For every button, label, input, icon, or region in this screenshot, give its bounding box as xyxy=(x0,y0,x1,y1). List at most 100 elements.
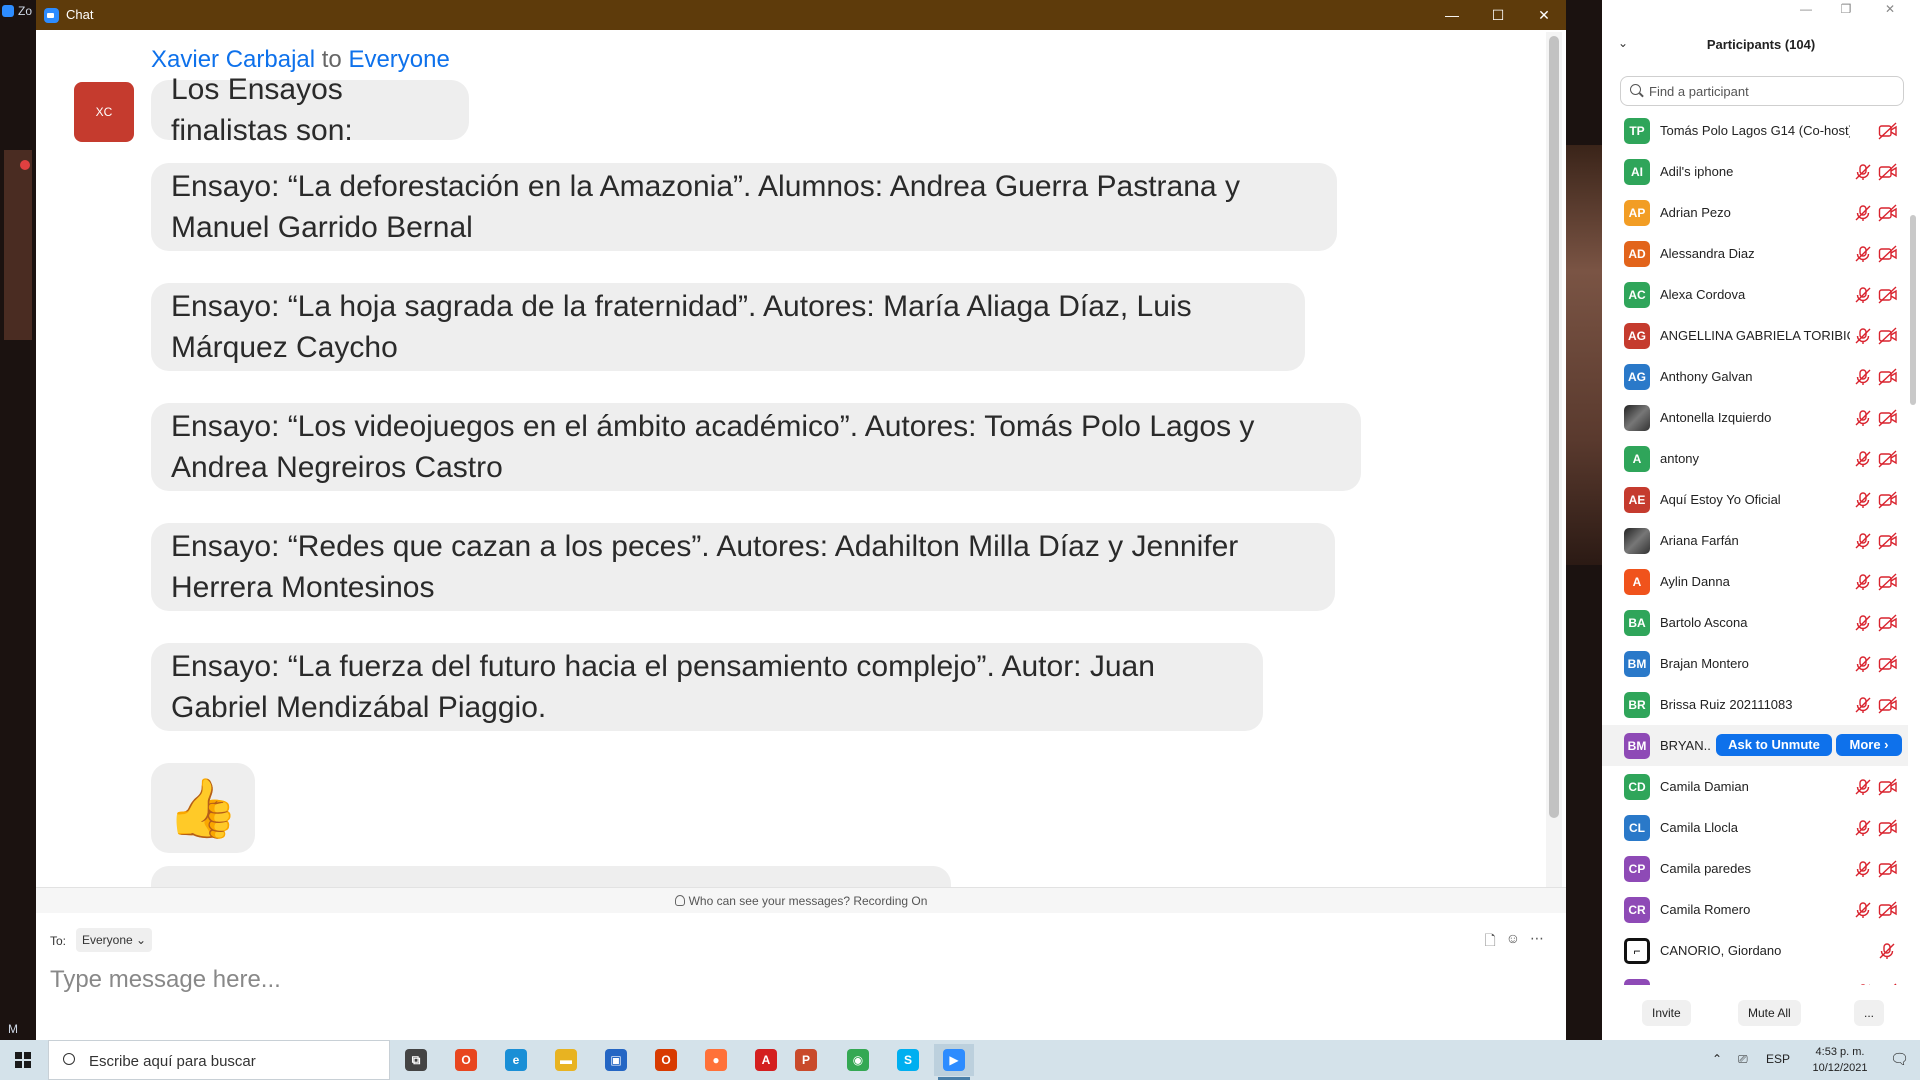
participant-row[interactable]: AG Anthony Galvan xyxy=(1602,356,1908,397)
windows-taskbar: Escribe aquí para buscar ⧉ Oe ▬ ▣ O ● A P ◉ S ▶ ⌃ … xyxy=(0,1040,1920,1080)
taskbar-task-view-button[interactable]: ⧉ xyxy=(396,1044,436,1076)
maximize-button[interactable]: ☐ xyxy=(1476,0,1520,30)
ask-to-unmute-button[interactable]: Ask to Unmute xyxy=(1716,734,1832,756)
participant-row[interactable]: AC Alexa Cordova xyxy=(1602,274,1908,315)
video-off-icon xyxy=(1878,327,1898,345)
participant-row[interactable]: TP Tomás Polo Lagos G14 (Co-host) xyxy=(1602,110,1908,151)
speaker-video xyxy=(1566,145,1602,565)
taskbar-firefox-button[interactable]: ● xyxy=(696,1044,736,1076)
taskbar-acrobat-button[interactable]: A xyxy=(746,1044,786,1076)
task-view-icon: ⧉ xyxy=(405,1049,427,1071)
avatar: BM xyxy=(1624,651,1650,677)
chat-message[interactable]: Ensayo: “Redes que cazan a los peces”. A… xyxy=(151,523,1335,611)
participant-row[interactable]: AI Adil's iphone xyxy=(1602,151,1908,192)
participant-row[interactable]: Aantony xyxy=(1602,438,1908,479)
taskbar-office-button[interactable]: O xyxy=(446,1044,486,1076)
video-off-icon xyxy=(1878,286,1898,304)
chat-message[interactable]: Ensayo: “La fuerza del futuro hacia el p… xyxy=(151,643,1263,731)
participant-row[interactable]: CD Camila Damian xyxy=(1602,766,1908,807)
avatar: CP xyxy=(1624,856,1650,882)
chat-message-partial[interactable] xyxy=(151,866,951,887)
recipient-dropdown-value: Everyone xyxy=(82,933,133,947)
participant-row[interactable]: CL Camila Llocla xyxy=(1602,807,1908,848)
avatar: AE xyxy=(1624,487,1650,513)
minimize-button[interactable]: — xyxy=(1788,2,1824,16)
chat-titlebar[interactable]: Chat — ☐ ✕ xyxy=(36,0,1566,30)
chevron-up-icon[interactable]: ⌃ xyxy=(1712,1052,1722,1066)
participant-row[interactable]: AP Adrian Pezo xyxy=(1602,192,1908,233)
emoji-icon[interactable]: ☺ xyxy=(1506,930,1520,954)
participant-row[interactable]: AE Aquí Estoy Yo Oficial xyxy=(1602,479,1908,520)
taskbar-powerpoint-button[interactable]: P xyxy=(786,1044,826,1076)
participant-row[interactable] xyxy=(1602,971,1908,985)
video-off-icon xyxy=(1878,122,1898,140)
message-visibility-note[interactable]: Who can see your messages? Recording On xyxy=(36,887,1566,913)
clock[interactable]: 4:53 p. m. 10/12/2021 xyxy=(1804,1044,1876,1076)
invite-button[interactable]: Invite xyxy=(1642,1000,1691,1026)
minimize-button[interactable]: — xyxy=(1430,0,1474,30)
participant-row[interactable]: AG ANGELLINA GABRIELA TORIBIO ... xyxy=(1602,315,1908,356)
muted-mic-icon xyxy=(1878,942,1896,960)
close-button[interactable]: ✕ xyxy=(1872,2,1908,16)
participant-row[interactable]: A Aylin Danna xyxy=(1602,561,1908,602)
taskbar-edge-button[interactable]: e xyxy=(496,1044,536,1076)
recipient-dropdown[interactable]: Everyone ⌄ xyxy=(76,928,153,952)
avatar: AI xyxy=(1624,159,1650,185)
taskbar-skype-button[interactable]: S xyxy=(888,1044,928,1076)
taskbar-file-explorer-button[interactable]: ▬ xyxy=(546,1044,586,1076)
chat-message[interactable]: Ensayo: “La deforestación en la Amazonia… xyxy=(151,163,1337,251)
participant-row[interactable]: CR Camila Romero xyxy=(1602,889,1908,930)
chat-message[interactable]: Los Ensayos finalistas son: xyxy=(151,73,469,147)
chat-window-title: Chat xyxy=(66,7,94,22)
participant-search-input[interactable] xyxy=(1620,76,1904,106)
participant-name: Adrian Pezo xyxy=(1660,205,1731,220)
notification-icon[interactable]: 🗨 xyxy=(1890,1050,1909,1068)
muted-mic-icon xyxy=(1854,778,1872,796)
participant-row[interactable]: AD Alessandra Diaz xyxy=(1602,233,1908,274)
participant-list[interactable]: TP Tomás Polo Lagos G14 (Co-host) AI Adil's… xyxy=(1602,110,1908,985)
avatar: AG xyxy=(1624,364,1650,390)
network-icon[interactable]: ⎚ xyxy=(1738,1052,1748,1067)
start-button[interactable] xyxy=(0,1040,48,1080)
participant-name: Bartolo Ascona xyxy=(1660,615,1748,630)
participant-name: antony xyxy=(1660,451,1700,466)
file-icon[interactable]: 🗋 xyxy=(1484,930,1495,954)
language-indicator[interactable]: ESP xyxy=(1766,1052,1790,1066)
taskbar-search-text: Escribe aquí para buscar xyxy=(89,1053,256,1070)
participants-more-button[interactable]: ... xyxy=(1854,1000,1885,1026)
taskbar-chrome-button[interactable]: ◉ xyxy=(838,1044,878,1076)
muted-mic-icon xyxy=(1854,655,1872,673)
video-off-icon xyxy=(1878,163,1898,181)
taskbar-search-box[interactable]: Escribe aquí para buscar xyxy=(48,1040,390,1080)
participant-row[interactable]: BM BRYAN... Ask to Unmute More › xyxy=(1602,725,1908,766)
muted-mic-icon xyxy=(1854,860,1872,878)
restore-button[interactable]: ❐ xyxy=(1828,2,1864,16)
avatar: AG xyxy=(1624,323,1650,349)
participant-row[interactable]: Ariana Farfán xyxy=(1602,520,1908,561)
taskbar-office-2-button[interactable]: O xyxy=(646,1044,686,1076)
store-icon: ▣ xyxy=(605,1049,627,1071)
participant-more-button[interactable]: More › xyxy=(1836,734,1902,756)
thumbs-up-icon[interactable]: 👍 xyxy=(151,763,255,853)
participant-list-scrollbar[interactable] xyxy=(1910,215,1916,405)
chat-message[interactable]: Ensayo: “Los videojuegos en el ámbito ac… xyxy=(151,403,1361,491)
participant-name: Ariana Farfán xyxy=(1660,533,1739,548)
participant-row[interactable]: BM Brajan Montero xyxy=(1602,643,1908,684)
message-input[interactable] xyxy=(50,958,1530,1002)
taskbar-store-button[interactable]: ▣ xyxy=(596,1044,636,1076)
close-button[interactable]: ✕ xyxy=(1522,0,1566,30)
chat-message[interactable]: Ensayo: “La hoja sagrada de la fraternid… xyxy=(151,283,1305,371)
participant-row[interactable]: ⌐ CANORIO, Giordano xyxy=(1602,930,1908,971)
avatar: A xyxy=(1624,446,1650,472)
chat-message-list[interactable]: Xavier Carbajal to Everyone XC Los Ensay… xyxy=(36,30,1566,887)
taskbar-zoom-button[interactable]: ▶ xyxy=(934,1044,974,1080)
video-off-icon xyxy=(1878,245,1898,263)
participant-row[interactable]: Antonella Izquierdo xyxy=(1602,397,1908,438)
participant-row[interactable]: BA Bartolo Ascona xyxy=(1602,602,1908,643)
participant-row[interactable]: CP Camila paredes xyxy=(1602,848,1908,889)
more-icon[interactable]: ⋯ xyxy=(1530,930,1544,954)
participant-row[interactable]: BR Brissa Ruiz 202111083 xyxy=(1602,684,1908,725)
chat-scrollbar-thumb[interactable] xyxy=(1549,36,1559,818)
participants-titlebar[interactable]: — ❐ ✕ xyxy=(1602,0,1920,26)
mute-all-button[interactable]: Mute All xyxy=(1738,1000,1801,1026)
